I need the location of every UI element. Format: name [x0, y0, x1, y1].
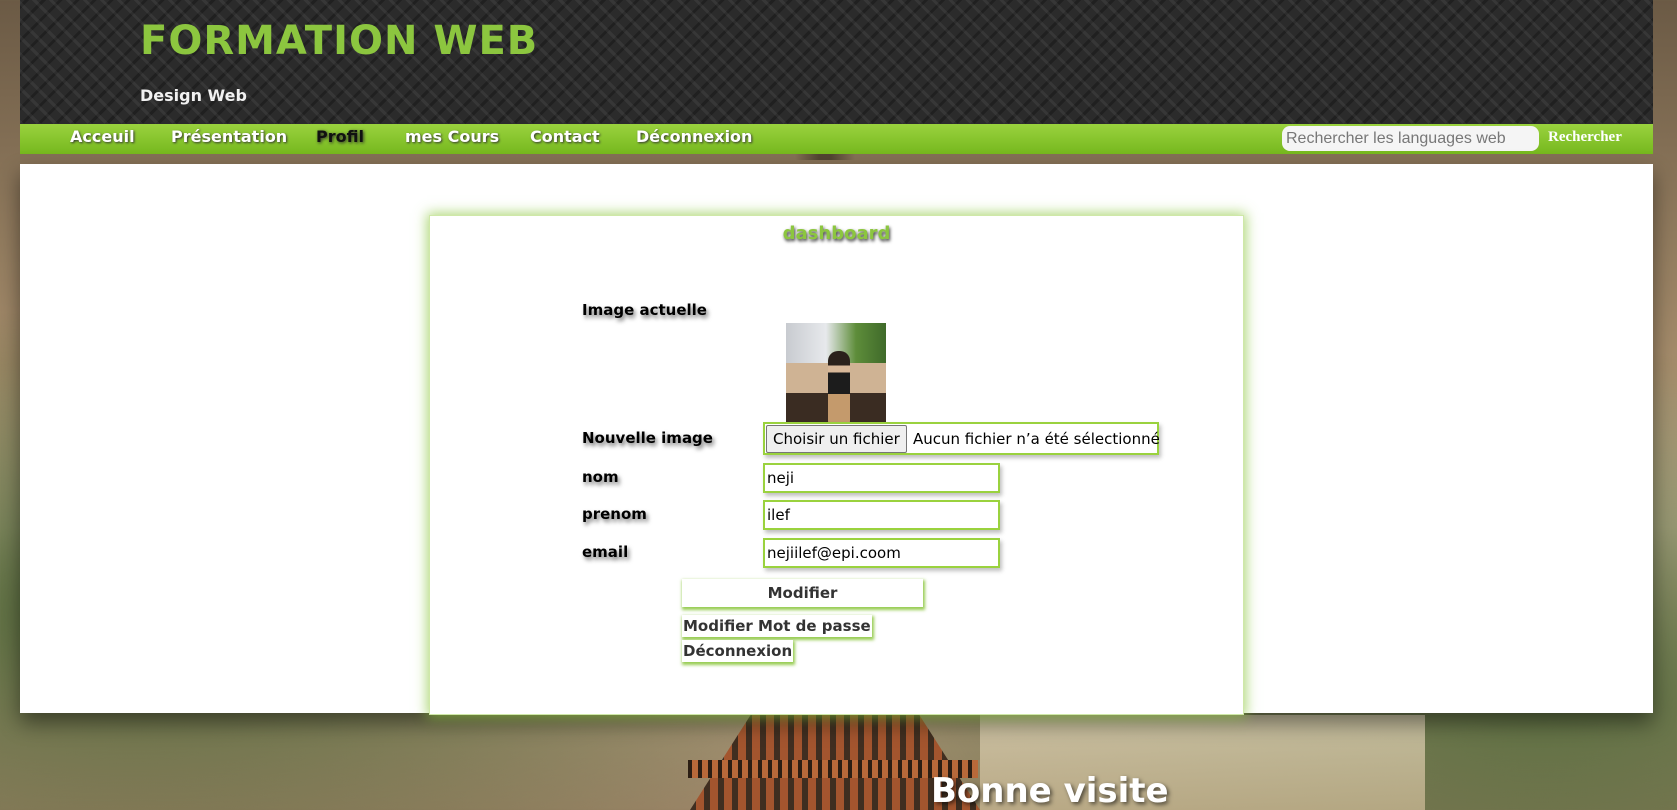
dashboard-panel: dashboard Image actuelle Nouvelle image …: [429, 215, 1244, 715]
nav-item-profil[interactable]: Profil: [316, 127, 364, 146]
nav-item-contact[interactable]: Contact: [530, 127, 600, 146]
nav-item-deconnexion[interactable]: Déconnexion: [636, 127, 752, 146]
site-header: FORMATION WEB Design Web: [20, 0, 1653, 124]
welcome-footer-text: Bonne visite: [931, 771, 1169, 810]
main-nav: Acceuil Présentation Profil mes Cours Co…: [20, 124, 1653, 154]
site-subtitle: Design Web: [140, 86, 247, 105]
file-status-text: Aucun fichier n’a été sélectionné: [913, 430, 1160, 448]
modifier-button[interactable]: Modifier: [682, 579, 923, 607]
search-button[interactable]: Rechercher: [1548, 129, 1622, 146]
current-image-label: Image actuelle: [582, 301, 707, 319]
prenom-input[interactable]: [763, 500, 1000, 530]
email-input[interactable]: [763, 538, 1000, 568]
nav-item-presentation[interactable]: Présentation: [171, 127, 287, 146]
email-label: email: [582, 543, 629, 561]
new-image-label: Nouvelle image: [582, 429, 713, 447]
logout-button[interactable]: Déconnexion: [682, 640, 794, 662]
nav-item-acceuil[interactable]: Acceuil: [70, 127, 135, 146]
search-input[interactable]: [1282, 126, 1539, 151]
profile-avatar: [786, 323, 886, 423]
dashboard-title: dashboard: [782, 223, 891, 244]
prenom-label: prenom: [582, 505, 647, 523]
change-password-button[interactable]: Modifier Mot de passe: [682, 615, 872, 637]
nom-label: nom: [582, 468, 619, 486]
site-title: FORMATION WEB: [140, 18, 539, 64]
file-upload-field[interactable]: Choisir un fichier Aucun fichier n’a été…: [763, 422, 1160, 455]
avatar-person-shape: [828, 351, 850, 423]
nom-input[interactable]: [763, 463, 1000, 493]
nav-item-mes-cours[interactable]: mes Cours: [405, 127, 499, 146]
choose-file-button[interactable]: Choisir un fichier: [766, 425, 907, 453]
